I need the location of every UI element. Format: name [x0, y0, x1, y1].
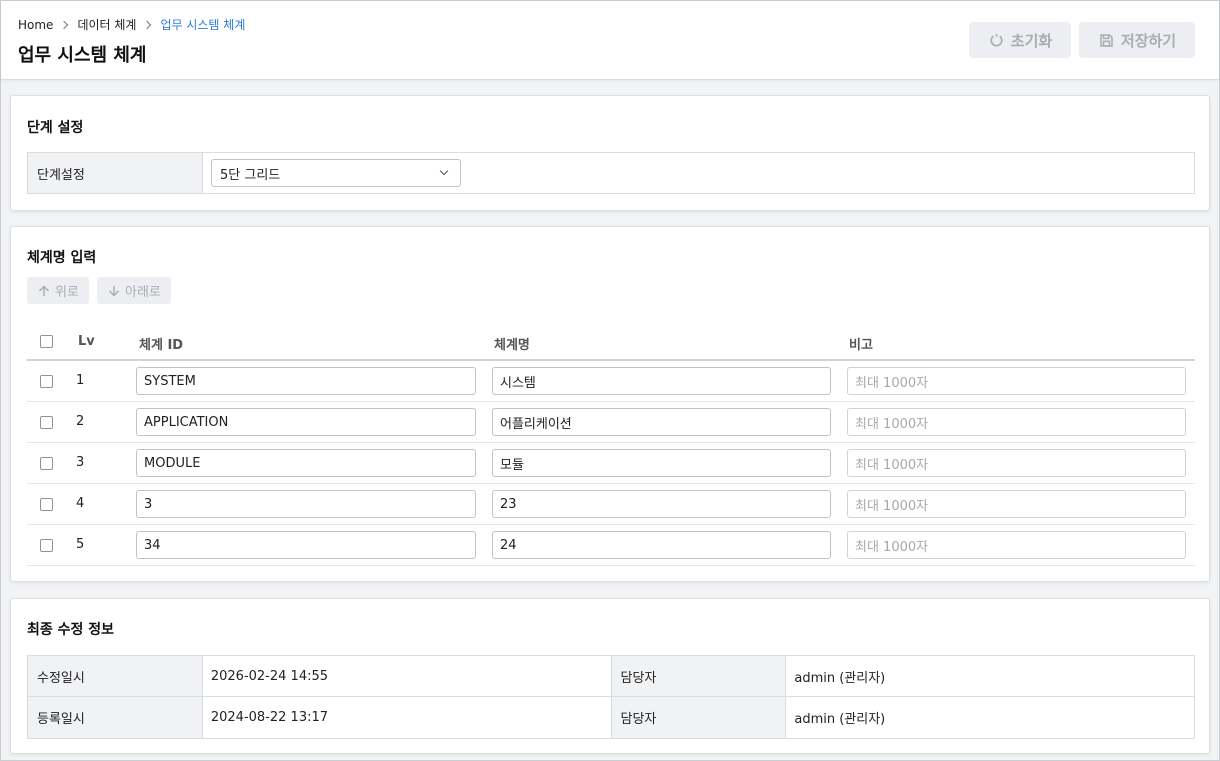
note-input[interactable]: 최대 1000자	[847, 367, 1186, 395]
last-modified-card: 최종 수정 정보 수정일시 2026-02-24 14:55 담당자 admin…	[10, 598, 1210, 754]
modified-row: 수정일시 2026-02-24 14:55 담당자 admin (관리자)	[28, 656, 1194, 697]
page-header: Home 데이터 체계 업무 시스템 체계 업무 시스템 체계 초기화 저장하기	[1, 1, 1219, 80]
last-modified-table: 수정일시 2026-02-24 14:55 담당자 admin (관리자) 등록…	[27, 655, 1195, 739]
modified-date-value: 2026-02-24 14:55	[203, 656, 612, 696]
table-row: 4 3 23 최대 1000자	[27, 484, 1195, 525]
row-checkbox[interactable]	[40, 539, 53, 552]
row-checkbox[interactable]	[40, 416, 53, 429]
level-select[interactable]: 5단 그리드	[211, 159, 461, 187]
breadcrumb-current: 업무 시스템 체계	[160, 18, 246, 32]
level-settings-title: 단계 설정	[27, 120, 84, 136]
level-settings-label: 단계설정	[28, 153, 203, 193]
table-row: 2 APPLICATION 어플리케이션 최대 1000자	[27, 402, 1195, 443]
save-icon	[1100, 33, 1113, 47]
chevron-right-icon	[143, 20, 152, 29]
system-id-input[interactable]: 34	[136, 531, 476, 559]
level-settings-card: 단계 설정 단계설정 5단 그리드	[10, 95, 1210, 211]
note-input[interactable]: 최대 1000자	[847, 449, 1186, 477]
system-name-input[interactable]: 모듈	[492, 449, 831, 477]
move-down-label: 아래로	[125, 285, 161, 300]
system-name-input[interactable]: 어플리케이션	[492, 408, 831, 436]
modified-owner-label: 담당자	[611, 656, 787, 696]
select-all-checkbox[interactable]	[40, 335, 53, 348]
col-header-name: 체계명	[494, 338, 530, 353]
chevron-down-icon	[439, 166, 449, 176]
system-name-input[interactable]: 23	[492, 490, 831, 518]
grid-header: Lv 체계 ID 체계명 비고	[27, 323, 1195, 361]
row-lv: 2	[76, 414, 85, 429]
arrow-up-icon	[39, 284, 50, 296]
system-id-input[interactable]: 3	[136, 490, 476, 518]
table-row: 1 SYSTEM 시스템 최대 1000자	[27, 361, 1195, 402]
row-lv: 4	[76, 496, 85, 511]
system-id-input[interactable]: MODULE	[136, 449, 476, 477]
registered-date-value: 2024-08-22 13:17	[203, 697, 612, 738]
row-lv: 3	[76, 455, 85, 470]
name-input-title: 체계명 입력	[27, 250, 97, 266]
move-up-button[interactable]: 위로	[27, 277, 89, 304]
row-lv: 1	[76, 373, 85, 388]
refresh-icon	[990, 33, 1003, 47]
reset-button[interactable]: 초기화	[969, 22, 1071, 58]
row-checkbox[interactable]	[40, 498, 53, 511]
arrow-down-icon	[109, 285, 120, 297]
system-id-input[interactable]: APPLICATION	[136, 408, 476, 436]
last-modified-title: 최종 수정 정보	[27, 622, 115, 638]
registered-owner-label: 담당자	[611, 697, 787, 738]
row-checkbox[interactable]	[40, 375, 53, 388]
registered-date-label: 등록일시	[28, 697, 203, 738]
registered-row: 등록일시 2024-08-22 13:17 담당자 admin (관리자)	[28, 697, 1194, 738]
row-lv: 5	[76, 537, 85, 552]
system-name-input[interactable]: 24	[492, 531, 831, 559]
col-header-id: 체계 ID	[139, 338, 184, 353]
modified-owner-value: admin (관리자)	[794, 670, 886, 686]
page-title: 업무 시스템 체계	[18, 45, 147, 66]
move-up-label: 위로	[55, 285, 79, 300]
breadcrumb: Home 데이터 체계 업무 시스템 체계	[18, 16, 245, 33]
table-row: 5 34 24 최대 1000자	[27, 525, 1195, 566]
col-header-note: 비고	[849, 338, 873, 353]
breadcrumb-data-system[interactable]: 데이터 체계	[77, 16, 136, 33]
note-input[interactable]: 최대 1000자	[847, 408, 1186, 436]
col-header-lv: Lv	[78, 334, 95, 349]
save-label: 저장하기	[1120, 31, 1177, 50]
reset-label: 초기화	[1010, 31, 1053, 50]
chevron-right-icon	[60, 20, 69, 29]
registered-owner-value: admin (관리자)	[794, 712, 886, 727]
system-name-grid: Lv 체계 ID 체계명 비고 1 SYSTEM 시스템 최대 1000자 2 …	[27, 323, 1195, 566]
row-checkbox[interactable]	[40, 457, 53, 470]
name-input-card: 체계명 입력 위로 아래로 Lv 체계 ID 체계명 비고 1 SYSTEM 시…	[10, 226, 1210, 582]
system-id-input[interactable]: SYSTEM	[136, 367, 476, 395]
save-button[interactable]: 저장하기	[1079, 22, 1195, 58]
move-down-button[interactable]: 아래로	[97, 277, 171, 304]
level-settings-row: 단계설정 5단 그리드	[27, 152, 1195, 194]
note-input[interactable]: 최대 1000자	[847, 531, 1186, 559]
system-name-input[interactable]: 시스템	[492, 367, 831, 395]
note-input[interactable]: 최대 1000자	[847, 490, 1186, 518]
level-select-value: 5단 그리드	[220, 167, 281, 183]
table-row: 3 MODULE 모듈 최대 1000자	[27, 443, 1195, 484]
breadcrumb-home[interactable]: Home	[18, 18, 53, 32]
modified-date-label: 수정일시	[28, 656, 203, 696]
